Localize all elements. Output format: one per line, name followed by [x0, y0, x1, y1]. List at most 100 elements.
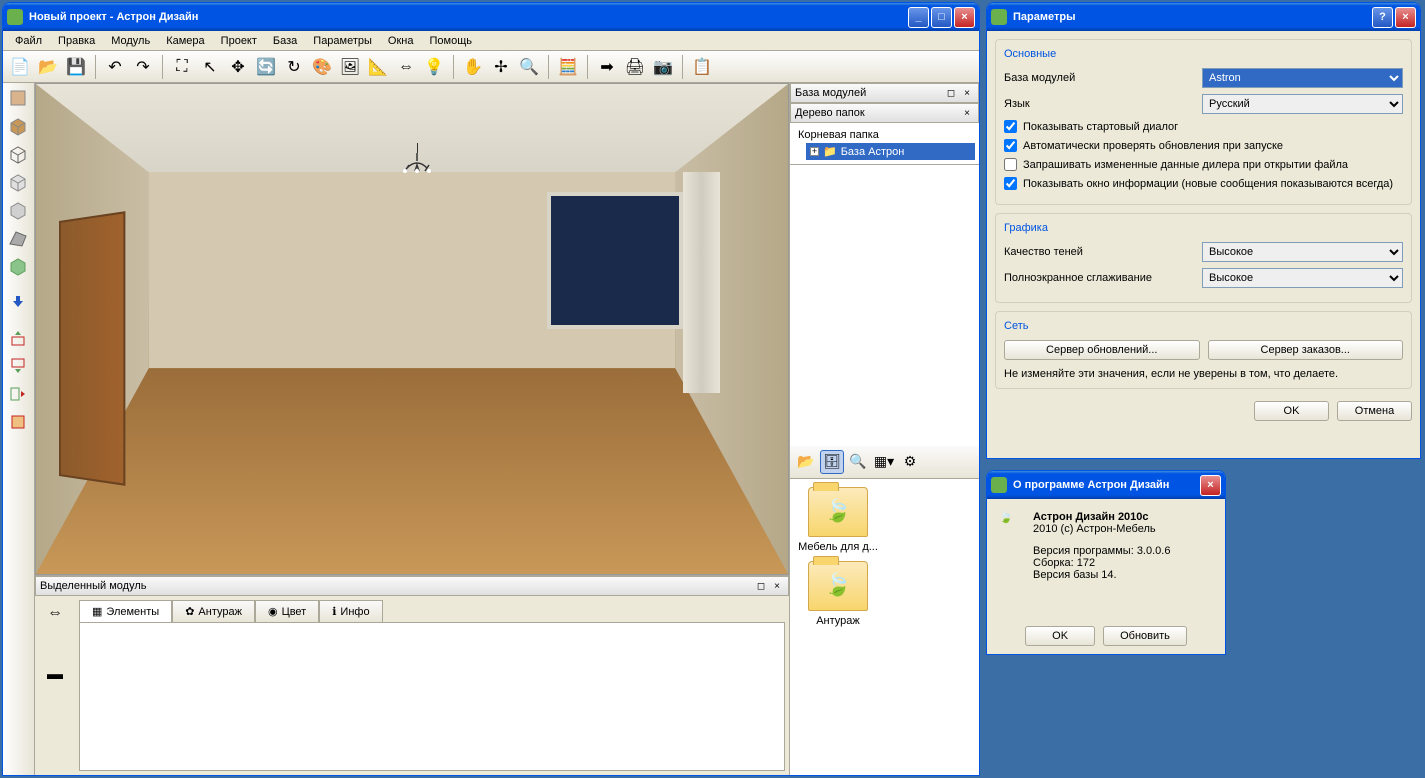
wall-tool[interactable]: [5, 85, 31, 111]
fullscreen-aa-select[interactable]: Высокое: [1202, 268, 1403, 288]
modules-db-select[interactable]: Astron: [1202, 68, 1403, 88]
ok-button[interactable]: OK: [1254, 401, 1329, 421]
box-right-tool[interactable]: [5, 381, 31, 407]
color-picker-button[interactable]: 🎨: [309, 54, 335, 80]
about-ok-button[interactable]: OK: [1025, 626, 1095, 646]
menu-windows[interactable]: Окна: [380, 33, 422, 49]
about-app-name: Астрон Дизайн 2010c: [1033, 511, 1213, 523]
cube-green-tool[interactable]: [5, 253, 31, 279]
filter-button[interactable]: ⚙: [898, 450, 922, 474]
menu-project[interactable]: Проект: [213, 33, 265, 49]
export-button[interactable]: ➡: [594, 54, 620, 80]
ask-dealer-label: Запрашивать измененные данные дилера при…: [1023, 159, 1348, 171]
group-main-title: Основные: [1004, 48, 1403, 60]
mirror-button[interactable]: ⇔: [393, 54, 419, 80]
list-button[interactable]: 📋: [689, 54, 715, 80]
tab-elements[interactable]: ▦Элементы: [79, 600, 172, 622]
panel-close-button[interactable]: ×: [960, 86, 974, 100]
orbit-button[interactable]: ✢: [488, 54, 514, 80]
maximize-button[interactable]: □: [931, 7, 952, 28]
order-server-button[interactable]: Сервер заказов...: [1208, 340, 1404, 360]
viewport-3d[interactable]: [35, 83, 789, 575]
cube-shaded-tool[interactable]: [5, 169, 31, 195]
menu-help[interactable]: Помощь: [421, 33, 480, 49]
cube-alt-tool[interactable]: [5, 197, 31, 223]
perspective-tool[interactable]: [5, 225, 31, 251]
tab-ambience[interactable]: ✿Антураж: [172, 600, 255, 622]
folder-furniture[interactable]: 🍃 Мебель для д...: [798, 487, 878, 553]
close-button[interactable]: ×: [1200, 475, 1221, 496]
lang-select[interactable]: Русский: [1202, 94, 1403, 114]
curtain-object: [683, 172, 721, 393]
box-down-tool[interactable]: [5, 353, 31, 379]
help-button[interactable]: ?: [1372, 7, 1393, 28]
tree-root[interactable]: Корневая папка: [794, 127, 975, 143]
up-folder-button[interactable]: 📂: [794, 450, 818, 474]
update-server-button[interactable]: Сервер обновлений...: [1004, 340, 1200, 360]
auto-update-checkbox[interactable]: [1004, 139, 1017, 152]
cursor-button[interactable]: ↖: [197, 54, 223, 80]
close-button[interactable]: ×: [954, 7, 975, 28]
panel-close-button[interactable]: ×: [770, 579, 784, 593]
menu-file[interactable]: Файл: [7, 33, 50, 49]
group-net-title: Сеть: [1004, 320, 1403, 332]
show-start-checkbox[interactable]: [1004, 120, 1017, 133]
redo-button[interactable]: ↷: [130, 54, 156, 80]
tree-item-label: База Астрон: [841, 146, 905, 158]
modules-db-label: База модулей: [795, 87, 866, 99]
rotate-button[interactable]: ↻: [281, 54, 307, 80]
print-button[interactable]: 🖨: [622, 54, 648, 80]
about-update-button[interactable]: Обновить: [1103, 626, 1187, 646]
box-select-tool[interactable]: [5, 409, 31, 435]
panel-float-button[interactable]: ◻: [944, 86, 958, 100]
close-button[interactable]: ×: [1395, 7, 1416, 28]
menu-camera[interactable]: Камера: [158, 33, 212, 49]
tab-info[interactable]: ℹИнфо: [319, 600, 382, 622]
params-titlebar[interactable]: Параметры ? ×: [987, 3, 1420, 31]
titlebar[interactable]: Новый проект - Астрон Дизайн _ □ ×: [3, 3, 979, 31]
zoom-button[interactable]: 🔍: [516, 54, 542, 80]
cube-wire-tool[interactable]: [5, 141, 31, 167]
camera-button[interactable]: 📷: [650, 54, 676, 80]
arrow-down-tool[interactable]: [5, 289, 31, 315]
menu-parameters[interactable]: Параметры: [305, 33, 380, 49]
auto-update-label: Автоматически проверять обновления при з…: [1023, 140, 1283, 152]
box-up-tool[interactable]: [5, 325, 31, 351]
tree-item-db[interactable]: + 📁 База Астрон: [806, 143, 975, 160]
calc-button[interactable]: 🧮: [555, 54, 581, 80]
show-info-checkbox[interactable]: [1004, 177, 1017, 190]
menu-base[interactable]: База: [265, 33, 305, 49]
expand-icon[interactable]: +: [810, 147, 819, 156]
left-toolbar: [3, 83, 35, 775]
menu-module[interactable]: Модуль: [103, 33, 158, 49]
slider-handle[interactable]: ▬: [42, 662, 68, 688]
menu-edit[interactable]: Правка: [50, 33, 103, 49]
search-button[interactable]: 🔍: [846, 450, 870, 474]
save-button[interactable]: 💾: [63, 54, 89, 80]
undo-button[interactable]: ↶: [102, 54, 128, 80]
open-button[interactable]: 📂: [35, 54, 61, 80]
cancel-button[interactable]: Отмена: [1337, 401, 1412, 421]
new-button[interactable]: 📄: [7, 54, 33, 80]
view-large-button[interactable]: 🗄: [820, 450, 844, 474]
view-icons-button[interactable]: ▦▾: [872, 450, 896, 474]
minimize-button[interactable]: _: [908, 7, 929, 28]
shadow-quality-label: Качество теней: [1004, 246, 1194, 258]
rotate-3d-button[interactable]: 🔄: [253, 54, 279, 80]
move-button[interactable]: ✥: [225, 54, 251, 80]
texture-button[interactable]: 🖼: [337, 54, 363, 80]
pan-button[interactable]: ✋: [460, 54, 486, 80]
cube-solid-tool[interactable]: [5, 113, 31, 139]
folder-ambience[interactable]: 🍃 Антураж: [798, 561, 878, 627]
measure-button[interactable]: 📐: [365, 54, 391, 80]
group-net: Сеть Сервер обновлений... Сервер заказов…: [995, 311, 1412, 389]
panel-close-button[interactable]: ×: [960, 106, 974, 120]
panel-float-button[interactable]: ◻: [754, 579, 768, 593]
about-titlebar[interactable]: О программе Астрон Дизайн ×: [987, 471, 1225, 499]
select-button[interactable]: ⛶: [169, 54, 195, 80]
ask-dealer-checkbox[interactable]: [1004, 158, 1017, 171]
flip-button[interactable]: ⇔: [42, 600, 68, 626]
light-button[interactable]: 💡: [421, 54, 447, 80]
tab-color[interactable]: ◉Цвет: [255, 600, 319, 622]
shadow-quality-select[interactable]: Высокое: [1202, 242, 1403, 262]
